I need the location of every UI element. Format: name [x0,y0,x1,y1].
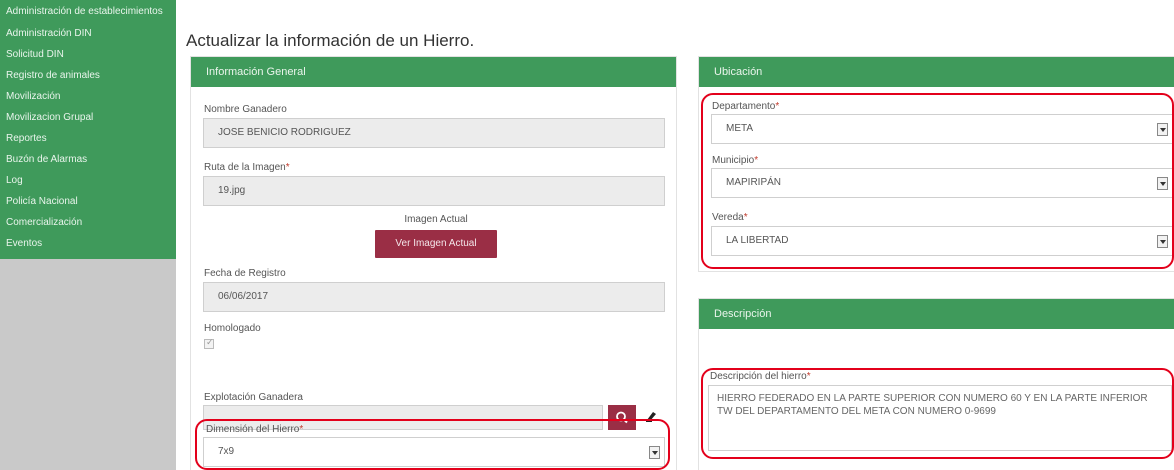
municipality-select[interactable]: MAPIRIPÁN [711,168,1173,198]
image-path-label: Ruta de la Imagen* [204,162,290,173]
homologated-checkbox[interactable]: ✓ [204,337,214,349]
department-select[interactable]: META [711,114,1173,144]
homologated-label: Homologado [204,323,261,334]
sidebar-item-buzon-alarmas[interactable]: Buzón de Alarmas [0,150,176,171]
dimension-label: Dimensión del Hierro* [206,424,304,435]
sidebar-item-policia-nacional[interactable]: Policía Nacional [0,192,176,213]
owner-field[interactable]: JOSE BENICIO RODRIGUEZ [203,118,665,148]
sidebar-item-solicitud-din[interactable]: Solicitud DIN [0,45,176,66]
page-title: Actualizar la información de un Hierro. [186,31,475,50]
sidebar-item-log[interactable]: Log [0,171,176,192]
check-icon: ✓ [206,337,214,347]
dimension-dropdown-icon[interactable] [649,446,660,459]
eraser-icon[interactable] [644,409,658,423]
sidebar-item-administracion-din[interactable]: Administración DIN [0,24,176,45]
sidebar-item-eventos[interactable]: Eventos [0,234,176,255]
image-path-field[interactable]: 19.jpg [203,176,665,206]
sidebar-item-administracion-establecimientos[interactable]: Administración de establecimientos [0,2,176,24]
sidebar-item-movilizacion[interactable]: Movilización [0,87,176,108]
location-header: Ubicación [699,57,1174,87]
sidebar-menu: Administración de establecimientos Admin… [0,0,176,259]
sidebar-item-comercializacion[interactable]: Comercialización [0,213,176,234]
sidebar-item-reportes[interactable]: Reportes [0,129,176,150]
municipality-label: Municipio* [712,155,759,166]
current-image-label: Imagen Actual [404,214,468,225]
village-select[interactable]: LA LIBERTAD [711,226,1173,256]
village-dropdown-icon[interactable] [1157,235,1168,248]
owner-label: Nombre Ganadero [204,104,287,115]
description-textarea[interactable]: HIERRO FEDERADO EN LA PARTE SUPERIOR CON… [708,385,1172,451]
register-date-label: Fecha de Registro [204,268,286,279]
description-header: Descripción [699,299,1174,329]
department-label: Departamento* [712,101,780,112]
general-info-header: Información General [191,57,676,87]
search-button[interactable] [608,405,636,430]
dimension-select[interactable]: 7x9 [203,437,665,467]
sidebar-item-movilizacion-grupal[interactable]: Movilizacion Grupal [0,108,176,129]
municipality-dropdown-icon[interactable] [1157,177,1168,190]
register-date-field[interactable]: 06/06/2017 [203,282,665,312]
village-label: Vereda* [712,212,748,223]
farm-label: Explotación Ganadera [204,392,303,403]
sidebar: Administración de establecimientos Admin… [0,0,176,470]
sidebar-item-registro-animales[interactable]: Registro de animales [0,66,176,87]
view-image-button[interactable]: Ver Imagen Actual [375,230,497,258]
description-label: Descripción del hierro* [710,371,811,382]
search-icon [616,411,628,424]
department-dropdown-icon[interactable] [1157,123,1168,136]
